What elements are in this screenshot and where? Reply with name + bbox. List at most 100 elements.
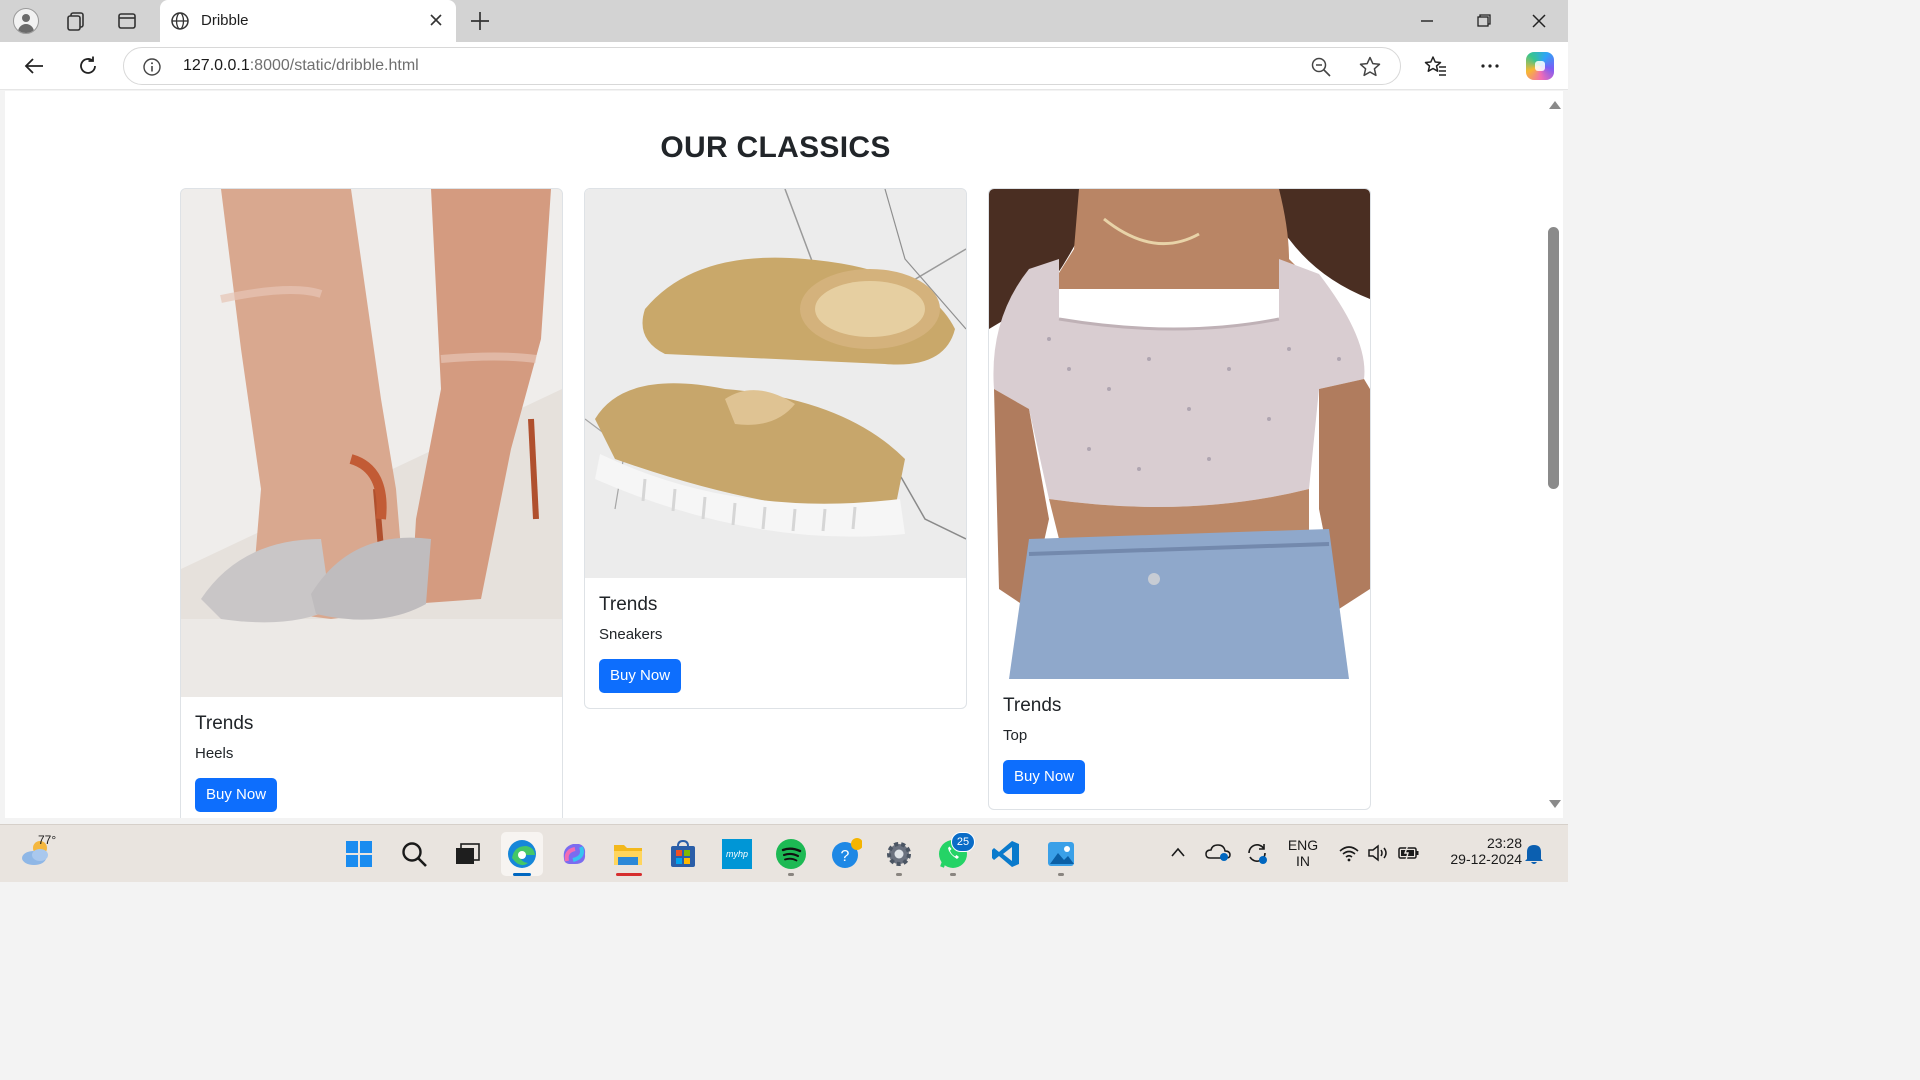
onedrive-cloud-icon[interactable] — [1205, 841, 1231, 863]
card-title: Trends — [599, 594, 658, 615]
close-tab-icon[interactable] — [426, 10, 446, 30]
photos-button[interactable] — [1043, 836, 1079, 872]
edge-browser-icon — [508, 840, 536, 868]
volume-icon[interactable] — [1367, 843, 1391, 863]
file-explorer-button[interactable] — [610, 836, 646, 872]
refresh-icon — [80, 56, 96, 74]
settings-running-indicator — [896, 873, 902, 876]
start-button[interactable] — [341, 836, 377, 872]
page-viewport: OUR CLASSICS Trends Heels Buy Now Trends… — [5, 91, 1546, 818]
top-photo — [989, 189, 1370, 679]
battery-charging-icon[interactable] — [1397, 843, 1421, 863]
back-button[interactable] — [19, 52, 49, 80]
copilot-app-icon — [563, 844, 586, 864]
wifi-icon[interactable] — [1338, 843, 1360, 863]
edge-taskbar-button[interactable] — [501, 832, 543, 876]
settings-button[interactable] — [881, 836, 917, 872]
workspaces-button[interactable] — [60, 6, 92, 36]
language-indicator[interactable]: ENG IN — [1283, 837, 1323, 869]
page-heading: OUR CLASSICS — [660, 131, 891, 164]
buy-now-button[interactable]: Buy Now — [195, 778, 278, 812]
product-card-sneakers: Trends Sneakers Buy Now — [584, 188, 967, 709]
clock-time: 23:28 — [1486, 835, 1522, 851]
photos-icon — [1048, 842, 1074, 866]
clock-date: 29-12-2024 — [1450, 851, 1522, 867]
page-scrollbar[interactable] — [1546, 91, 1563, 818]
gear-icon — [887, 842, 911, 866]
weather-temp: 77° — [38, 833, 57, 847]
url-host: 127.0.0.1 — [183, 57, 250, 74]
spotify-icon — [776, 839, 806, 869]
favorite-star-icon[interactable] — [1358, 55, 1382, 79]
tab-dribble[interactable]: Dribble — [160, 0, 456, 42]
tab-title: Dribble — [201, 12, 249, 29]
scrollbar-thumb[interactable] — [1548, 227, 1559, 489]
myhp-logo-icon: myhp — [722, 839, 752, 869]
scroll-down-arrow-icon[interactable] — [1549, 800, 1561, 808]
svg-text:?: ? — [841, 848, 850, 865]
task-view-icon — [456, 843, 480, 864]
store-button[interactable] — [665, 836, 701, 872]
vertical-tabs-icon — [118, 13, 136, 29]
card-text: Top — [1003, 727, 1028, 744]
minimize-icon[interactable] — [1407, 6, 1447, 36]
tab-strip: Dribble — [0, 0, 1568, 42]
favorites-icon — [1424, 56, 1446, 76]
windows-taskbar: 77° myhp ? 25 ENG IN 23:28 29-12-2024 — [0, 824, 1568, 882]
workspaces-icon — [67, 12, 84, 31]
search-button[interactable] — [396, 836, 432, 872]
favorites-button[interactable] — [1421, 52, 1451, 80]
folder-icon — [614, 845, 642, 865]
help-icon: ? — [832, 838, 862, 868]
notification-bell-icon[interactable] — [1523, 842, 1545, 866]
settings-more-button[interactable] — [1475, 52, 1505, 80]
buy-now-button[interactable]: Buy Now — [1003, 760, 1086, 794]
photos-running-indicator — [1058, 873, 1064, 876]
task-view-button[interactable] — [449, 836, 485, 872]
language-code: ENG — [1287, 837, 1319, 853]
scroll-up-arrow-icon[interactable] — [1549, 101, 1561, 109]
tab-actions-button[interactable] — [111, 6, 143, 36]
spotify-running-indicator — [788, 873, 794, 876]
refresh-button[interactable] — [73, 52, 103, 80]
windows-logo-icon — [346, 841, 372, 867]
whatsapp-running-indicator — [950, 873, 956, 876]
site-info-icon[interactable] — [142, 57, 162, 77]
card-title: Trends — [195, 713, 254, 734]
back-arrow-icon — [24, 58, 43, 74]
new-tab-icon[interactable] — [466, 8, 494, 34]
profile-button[interactable] — [10, 6, 42, 36]
zoom-out-icon[interactable] — [1310, 56, 1332, 78]
get-help-button[interactable]: ? — [828, 836, 864, 872]
product-card-heels: Trends Heels Buy Now — [180, 188, 563, 818]
clock[interactable]: 23:28 29-12-2024 — [1432, 835, 1522, 867]
url-path: :8000/static/dribble.html — [249, 57, 419, 74]
vscode-button[interactable] — [988, 836, 1024, 872]
globe-icon — [171, 12, 189, 30]
card-text: Sneakers — [599, 626, 663, 643]
buy-now-button[interactable]: Buy Now — [599, 659, 682, 693]
url-text[interactable]: 127.0.0.1:8000/static/dribble.html — [183, 57, 419, 75]
more-dots-icon — [1481, 64, 1499, 68]
myhp-button[interactable]: myhp — [719, 836, 755, 872]
profile-avatar-icon — [13, 8, 39, 34]
spotify-button[interactable] — [773, 836, 809, 872]
address-bar[interactable]: 127.0.0.1:8000/static/dribble.html — [123, 47, 1401, 85]
edge-active-indicator — [513, 873, 531, 876]
sync-icon[interactable] — [1245, 841, 1269, 865]
search-icon — [402, 842, 427, 867]
close-window-icon[interactable] — [1519, 6, 1559, 36]
restore-icon[interactable] — [1463, 6, 1503, 36]
heels-photo — [181, 189, 562, 697]
product-card-top: Trends Top Buy Now — [988, 188, 1371, 810]
card-title: Trends — [1003, 695, 1062, 716]
region-code: IN — [1296, 853, 1310, 869]
explorer-attention-indicator — [616, 873, 642, 876]
copilot-icon[interactable] — [1526, 52, 1554, 80]
card-text: Heels — [195, 745, 234, 762]
sneakers-photo — [585, 189, 966, 578]
whatsapp-unread-badge: 25 — [951, 832, 975, 852]
copilot-taskbar-button[interactable] — [556, 836, 592, 872]
browser-toolbar: 127.0.0.1:8000/static/dribble.html — [0, 42, 1568, 90]
chevron-up-icon[interactable] — [1169, 845, 1187, 859]
